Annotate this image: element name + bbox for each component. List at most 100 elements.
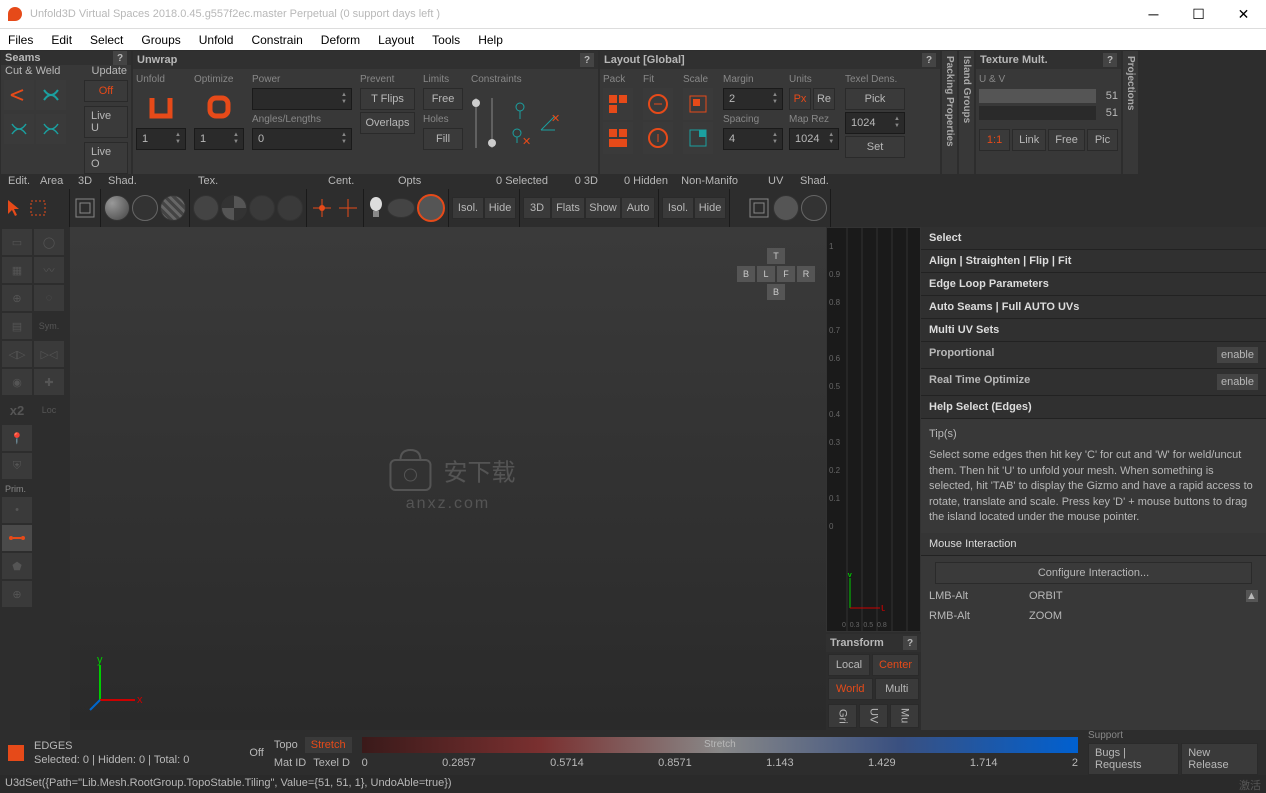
menu-constrain[interactable]: Constrain [251, 33, 302, 47]
menu-help[interactable]: Help [478, 33, 503, 47]
axis-icon[interactable]: ✕ [537, 112, 559, 134]
tex-4-icon[interactable] [277, 195, 303, 221]
margin-spinner[interactable]: 2▲▼ [723, 88, 783, 110]
tool-shield-icon[interactable]: ⛨ [2, 453, 32, 479]
packing-properties-tab[interactable]: Packing Properties [942, 51, 957, 174]
hide2-button[interactable]: Hide [694, 197, 726, 219]
isol2-button[interactable]: Isol. [662, 197, 694, 219]
topo-button[interactable]: Topo [274, 739, 298, 751]
nav-right[interactable]: R [797, 266, 815, 282]
newrelease-button[interactable]: New Release [1181, 743, 1258, 775]
live-u-button[interactable]: Live U [84, 106, 128, 138]
off-label[interactable]: Off [249, 747, 263, 759]
cut-tool2-icon[interactable] [4, 114, 34, 144]
minimize-button[interactable]: ─ [1131, 0, 1176, 28]
tool-lasso-icon[interactable]: ◯ [34, 229, 64, 255]
opt-2-icon[interactable] [417, 194, 445, 222]
menu-edit[interactable]: Edit [51, 33, 72, 47]
unfold-icon[interactable] [136, 88, 186, 126]
cent-2-icon[interactable] [336, 196, 360, 220]
texel-spinner[interactable]: 1024▲▼ [845, 112, 905, 134]
island-groups-tab[interactable]: Island Groups [959, 51, 974, 174]
set-button[interactable]: Set [845, 136, 905, 158]
mu-tab[interactable]: Mu [890, 704, 919, 728]
weld-tool-icon[interactable] [36, 80, 66, 110]
u-slider[interactable] [979, 89, 1096, 103]
menu-tools[interactable]: Tools [432, 33, 460, 47]
uv-frame-icon[interactable] [747, 196, 771, 220]
projections-tab[interactable]: Projections [1123, 51, 1138, 174]
fit-icon-1[interactable] [643, 88, 673, 120]
pick-button[interactable]: Pick [845, 88, 905, 110]
edgeloop-section[interactable]: Edge Loop Parameters [921, 273, 1266, 296]
realtime-section[interactable]: Real Time Optimizeenable [921, 369, 1266, 396]
menu-select[interactable]: Select [90, 33, 123, 47]
scroll-up-icon[interactable]: ▲ [1246, 590, 1258, 602]
select-section[interactable]: Select [921, 227, 1266, 250]
nav-bottom[interactable]: B [767, 284, 785, 300]
show-button[interactable]: Show [585, 197, 621, 219]
gri-tab[interactable]: Gri [828, 704, 857, 728]
menu-layout[interactable]: Layout [378, 33, 414, 47]
px-button[interactable]: Px [789, 88, 811, 110]
tool-grid-icon[interactable]: ▦ [2, 257, 32, 283]
uv-shade-2-icon[interactable] [801, 195, 827, 221]
3d-viewport[interactable]: T BLFR B 安下载 anxz.com yx [70, 227, 826, 730]
overlaps-button[interactable]: Overlaps [360, 112, 415, 134]
constraint-slider-2[interactable] [487, 93, 497, 153]
menu-deform[interactable]: Deform [321, 33, 360, 47]
isol-button[interactable]: Isol. [452, 197, 484, 219]
tool-mesh-icon[interactable]: ▤ [2, 313, 32, 339]
re-button[interactable]: Re [813, 88, 835, 110]
matid-button[interactable]: Mat ID [274, 757, 306, 769]
tool-flip2-icon[interactable]: ▷◁ [34, 341, 64, 367]
bugs-button[interactable]: Bugs | Requests [1088, 743, 1179, 775]
scale-icon-1[interactable] [683, 88, 713, 120]
cut-tool-icon[interactable] [4, 80, 34, 110]
help-icon[interactable]: ? [580, 53, 594, 67]
off-button[interactable]: Off [84, 80, 128, 102]
auto-button[interactable]: Auto [621, 197, 655, 219]
tool-globe-icon[interactable]: ⊕ [2, 581, 32, 607]
fit-icon-2[interactable] [643, 122, 673, 154]
weld-tool2-icon[interactable] [36, 114, 66, 144]
texeld-button[interactable]: Texel D [313, 757, 350, 769]
nav-back[interactable]: B [737, 266, 755, 282]
optimize-icon[interactable] [194, 88, 244, 126]
spacing-spinner[interactable]: 4▲▼ [723, 128, 783, 150]
tex-2-icon[interactable] [221, 195, 247, 221]
cent-1-icon[interactable] [310, 196, 334, 220]
tool-edge-icon[interactable] [2, 525, 32, 551]
close-button[interactable]: ✕ [1221, 0, 1266, 28]
tool-wave-icon[interactable]: 〰 [34, 257, 64, 283]
optimize-spinner[interactable]: 1▲▼ [194, 128, 244, 150]
free-button[interactable]: Free [1048, 129, 1085, 151]
opt-1-icon[interactable] [387, 198, 415, 218]
tex-3-icon[interactable] [249, 195, 275, 221]
tool-pin-icon[interactable]: 📍 [2, 425, 32, 451]
pin-icon[interactable] [509, 99, 531, 121]
help-icon[interactable]: ? [113, 51, 127, 65]
v-slider[interactable] [979, 106, 1096, 120]
shade-1-icon[interactable] [104, 195, 130, 221]
tool-dot-icon[interactable]: • [2, 497, 32, 523]
local-button[interactable]: Local [828, 654, 870, 676]
live-o-button[interactable]: Live O [84, 142, 128, 174]
menu-unfold[interactable]: Unfold [199, 33, 234, 47]
help-icon[interactable]: ? [903, 636, 917, 650]
frame-tool-icon[interactable] [73, 196, 97, 220]
nav-front[interactable]: F [777, 266, 795, 282]
tex-1-icon[interactable] [193, 195, 219, 221]
unfold-spinner[interactable]: 1▲▼ [136, 128, 186, 150]
tool-flip-icon[interactable]: ◁▷ [2, 341, 32, 367]
fill-button[interactable]: Fill [423, 128, 463, 150]
angles-spinner[interactable]: 0▲▼ [252, 128, 352, 150]
uv-shade-1-icon[interactable] [773, 195, 799, 221]
oneone-button[interactable]: 1:1 [979, 129, 1010, 151]
help-icon[interactable]: ? [922, 53, 936, 67]
center-button[interactable]: Center [872, 654, 919, 676]
constraint-slider-1[interactable] [471, 93, 481, 153]
enable-button[interactable]: enable [1217, 374, 1258, 390]
hide-button[interactable]: Hide [484, 197, 516, 219]
enable-button[interactable]: enable [1217, 347, 1258, 363]
